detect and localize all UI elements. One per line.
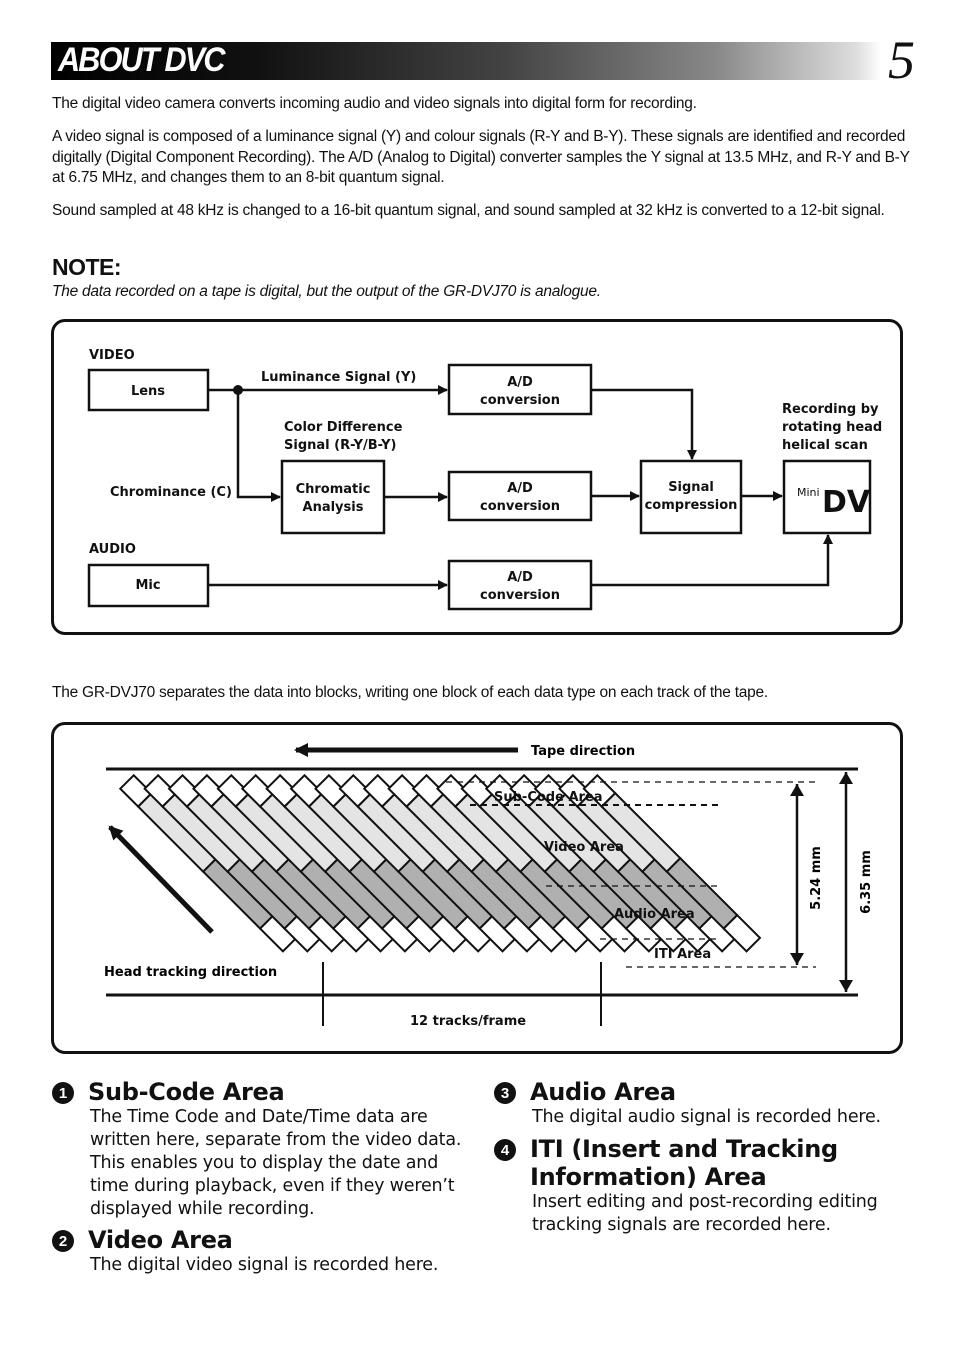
minidv-logo-icon: DV — [822, 485, 871, 520]
chromatic-analysis-box — [280, 459, 386, 535]
junction-dot — [233, 385, 243, 395]
section-video: 2 Video Area The digital video signal is … — [52, 1226, 472, 1277]
video-label: VIDEO — [89, 348, 135, 363]
number-3-icon: 3 — [494, 1082, 516, 1104]
chrominance-label: Chrominance (C) — [110, 485, 232, 500]
chrominance-arrow — [236, 390, 281, 502]
recording-label-line2: rotating head — [782, 420, 882, 435]
dimension-outer-label: 6.35 mm — [859, 850, 874, 914]
tape-direction-label: Tape direction — [531, 744, 635, 759]
recording-label-line3: helical scan — [782, 438, 868, 453]
section-title: Audio Area — [530, 1078, 676, 1106]
video-area-label: Video Area — [544, 840, 624, 855]
section-title: Video Area — [88, 1226, 233, 1254]
section-subcode: 1 Sub-Code Area The Time Code and Date/Ti… — [52, 1078, 472, 1221]
number-1-icon: 1 — [52, 1082, 74, 1104]
section-body: The digital video signal is recorded her… — [90, 1255, 439, 1275]
section-body: The digital audio signal is recorded her… — [532, 1107, 881, 1127]
section-iti: 4 ITI (Insert and Tracking Information) A… — [494, 1135, 914, 1237]
ad-label-line2: conversion — [480, 588, 560, 603]
section-audio: 3 Audio Area The digital audio signal is … — [494, 1078, 914, 1129]
mic-label: Mic — [135, 578, 160, 593]
recording-label-line1: Recording by — [782, 402, 879, 417]
chromatic-label-line1: Chromatic — [296, 482, 371, 497]
ad-label-line1: A/D — [507, 375, 533, 390]
ad-label-line2: conversion — [480, 499, 560, 514]
subcode-area-label: Sub-Code Area — [494, 790, 603, 805]
number-4-icon: 4 — [494, 1139, 516, 1161]
lens-label: Lens — [131, 384, 165, 399]
luminance-label: Luminance Signal (Y) — [261, 370, 416, 385]
tracks-group — [118, 773, 762, 953]
head-tracking-label: Head tracking direction — [104, 965, 277, 980]
iti-area-label: ITI Area — [654, 947, 711, 962]
compression-label-line1: Signal — [668, 480, 714, 495]
ad-label-line1: A/D — [507, 570, 533, 585]
chromatic-label-line2: Analysis — [303, 500, 364, 515]
signal-compression-box — [639, 459, 743, 535]
section-body: The Time Code and Date/Time data are wri… — [90, 1107, 462, 1219]
number-2-icon: 2 — [52, 1230, 74, 1252]
color-difference-label-line1: Color Difference — [284, 420, 403, 435]
compression-label-line2: compression — [645, 498, 738, 513]
audio-ad-to-minidv-arrow — [591, 534, 833, 587]
signal-flow-diagram: VIDEO AUDIO Lens Mic A/D conversion A/D … — [87, 348, 882, 611]
color-difference-label-line2: Signal (R-Y/B-Y) — [284, 438, 396, 453]
section-title: ITI (Insert and Tracking Information) Ar… — [530, 1135, 838, 1191]
audio-label: AUDIO — [89, 542, 136, 557]
luminance-ad-to-compression-arrow — [591, 388, 697, 460]
audio-area-label: Audio Area — [614, 907, 695, 922]
section-body: Insert editing and post-recording editin… — [532, 1192, 878, 1235]
ad-label-line1: A/D — [507, 481, 533, 496]
tracks-per-frame-label: 12 tracks/frame — [410, 1014, 526, 1029]
tape-track-diagram: Tape direction Head tracking direction S… — [104, 743, 874, 1029]
minidv-logo-small: Mini — [797, 486, 820, 499]
ad-label-line2: conversion — [480, 393, 560, 408]
dimension-inner-label: 5.24 mm — [809, 846, 824, 910]
section-title: Sub-Code Area — [88, 1078, 285, 1106]
